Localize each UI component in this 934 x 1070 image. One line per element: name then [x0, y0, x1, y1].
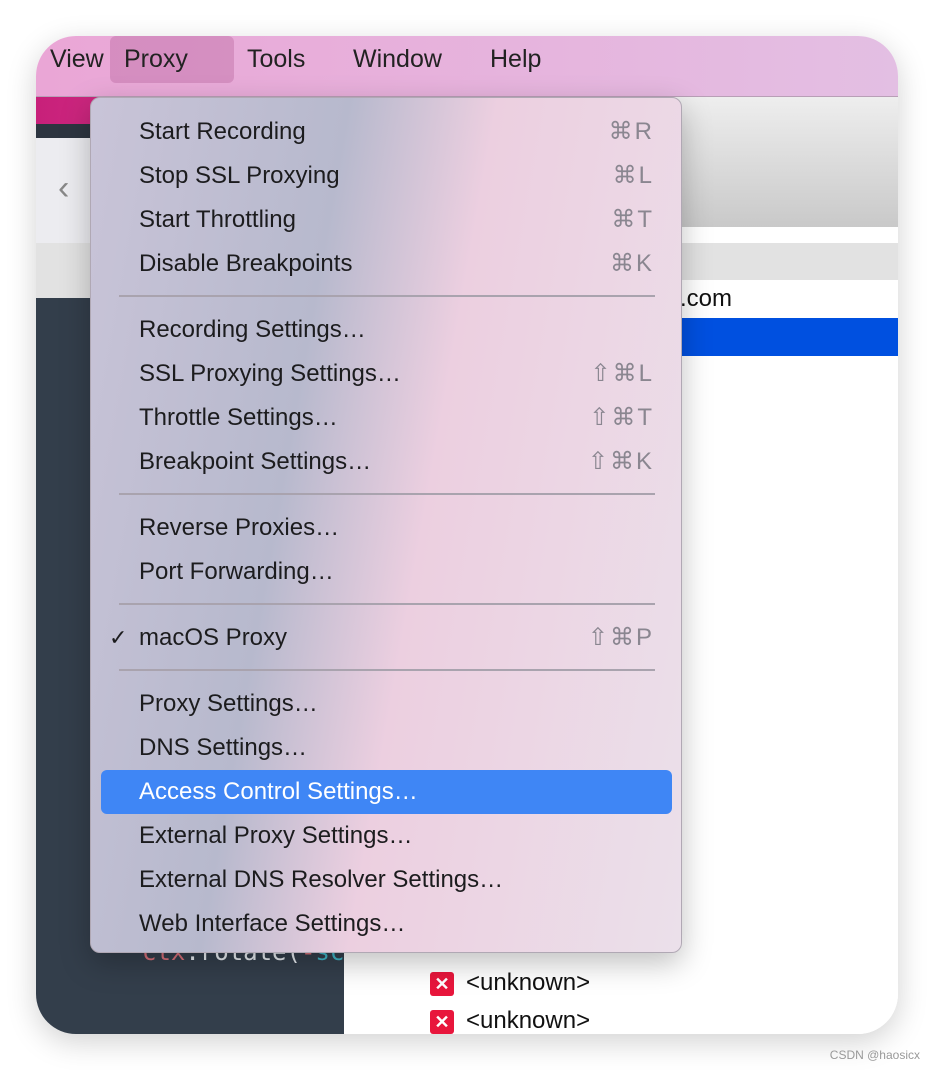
list-item[interactable]: ✕ <unknown> — [344, 964, 898, 1002]
menu-tools[interactable]: Tools — [233, 36, 319, 83]
menu-view[interactable]: View — [36, 36, 118, 83]
menu-help[interactable]: Help — [476, 36, 555, 83]
menu-separator — [119, 493, 655, 495]
menu-item-label: Web Interface Settings… — [139, 910, 406, 937]
menu-item-macos-proxy[interactable]: ✓ macOS Proxy ⇧⌘P — [101, 616, 672, 660]
menu-item-reverse-proxies[interactable]: Reverse Proxies… — [101, 506, 672, 550]
back-chevron-icon[interactable]: ‹ — [58, 169, 69, 208]
menu-item-external-proxy-settings[interactable]: External Proxy Settings… — [101, 814, 672, 858]
menu-window[interactable]: Window — [339, 36, 456, 83]
menu-item-label: macOS Proxy — [139, 624, 288, 651]
menu-separator — [119, 295, 655, 297]
menu-item-label: Reverse Proxies… — [139, 514, 340, 541]
menu-item-start-throttling[interactable]: Start Throttling ⌘T — [101, 198, 672, 242]
menu-item-throttle-settings[interactable]: Throttle Settings… ⇧⌘T — [101, 396, 672, 440]
shortcut-label: ⇧⌘K — [587, 448, 654, 475]
menu-item-ssl-proxying-settings[interactable]: SSL Proxying Settings… ⇧⌘L — [101, 352, 672, 396]
menu-item-label: Start Recording — [139, 118, 306, 145]
menu-item-disable-breakpoints[interactable]: Disable Breakpoints ⌘K — [101, 242, 672, 286]
menu-item-access-control-settings[interactable]: Access Control Settings… — [101, 770, 672, 814]
menu-item-label: External DNS Resolver Settings… — [139, 866, 504, 893]
menu-item-external-dns-resolver-settings[interactable]: External DNS Resolver Settings… — [101, 858, 672, 902]
host-label: <unknown> — [466, 969, 591, 996]
menu-separator — [119, 603, 655, 605]
menu-item-label: Port Forwarding… — [139, 558, 334, 585]
menu-item-label: Proxy Settings… — [139, 690, 318, 717]
menu-item-label: External Proxy Settings… — [139, 822, 413, 849]
menu-bar: View Proxy Tools Window Help — [36, 36, 898, 97]
menu-item-label: Throttle Settings… — [139, 404, 338, 431]
host-label: <unknown> — [466, 1007, 591, 1034]
shortcut-label: ⌘K — [609, 250, 654, 277]
menu-item-dns-settings[interactable]: DNS Settings… — [101, 726, 672, 770]
shortcut-label: ⇧⌘T — [589, 404, 654, 431]
menu-item-label: Disable Breakpoints — [139, 250, 353, 277]
watermark: CSDN @haosicx — [829, 1048, 920, 1062]
shortcut-label: ⇧⌘P — [587, 624, 654, 651]
menu-separator — [119, 669, 655, 671]
menu-item-label: Stop SSL Proxying — [139, 162, 340, 189]
menu-item-start-recording[interactable]: Start Recording ⌘R — [101, 110, 672, 154]
shortcut-label: ⇧⌘L — [590, 360, 654, 387]
menu-proxy[interactable]: Proxy — [110, 36, 234, 83]
menu-item-breakpoint-settings[interactable]: Breakpoint Settings… ⇧⌘K — [101, 440, 672, 484]
menu-item-stop-ssl-proxying[interactable]: Stop SSL Proxying ⌘L — [101, 154, 672, 198]
shortcut-label: ⌘R — [608, 118, 654, 145]
shortcut-label: ⌘L — [612, 162, 654, 189]
menu-item-label: Access Control Settings… — [139, 778, 418, 805]
proxy-dropdown-menu: Start Recording ⌘R Stop SSL Proxying ⌘L Star… — [90, 97, 682, 953]
checkmark-icon: ✓ — [109, 625, 128, 650]
error-icon: ✕ — [430, 971, 454, 996]
menu-item-label: Start Throttling — [139, 206, 296, 233]
shortcut-label: ⌘T — [611, 206, 654, 233]
list-item[interactable]: ✕ <unknown> — [344, 1002, 898, 1034]
menu-item-label: SSL Proxying Settings… — [139, 360, 401, 387]
menu-item-label: Breakpoint Settings… — [139, 448, 372, 475]
menu-item-proxy-settings[interactable]: Proxy Settings… — [101, 682, 672, 726]
list-item[interactable]: .com — [680, 280, 898, 318]
host-label: .com — [680, 285, 733, 312]
menu-item-port-forwarding[interactable]: Port Forwarding… — [101, 550, 672, 594]
menu-item-label: Recording Settings… — [139, 316, 366, 343]
error-icon: ✕ — [430, 1009, 454, 1034]
menu-item-recording-settings[interactable]: Recording Settings… — [101, 308, 672, 352]
menu-item-label: DNS Settings… — [139, 734, 308, 761]
menu-item-web-interface-settings[interactable]: Web Interface Settings… — [101, 902, 672, 946]
